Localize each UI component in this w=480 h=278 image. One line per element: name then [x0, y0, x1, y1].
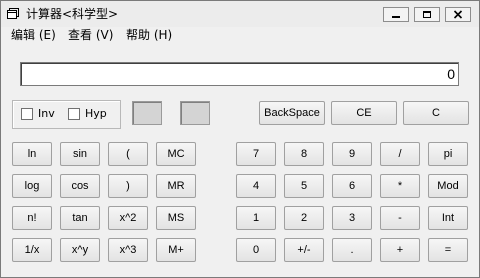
negate-button[interactable]: +/-: [284, 238, 324, 262]
digit-6-button[interactable]: 6: [332, 174, 372, 198]
digit-2-button[interactable]: 2: [284, 206, 324, 230]
memory-recall-button[interactable]: MR: [156, 174, 196, 198]
memory-store-button[interactable]: MS: [156, 206, 196, 230]
cos-button[interactable]: cos: [60, 174, 100, 198]
hyp-checkbox[interactable]: [68, 108, 80, 120]
divide-button[interactable]: /: [380, 142, 420, 166]
factorial-button[interactable]: n!: [12, 206, 52, 230]
memory-indicator: [132, 101, 162, 125]
display-value: 0: [447, 66, 455, 82]
power-button[interactable]: x^y: [60, 238, 100, 262]
minimize-icon: [392, 16, 400, 18]
paren-indicator: [180, 101, 210, 125]
minimize-button[interactable]: [383, 7, 409, 22]
result-display: 0: [20, 62, 459, 86]
maximize-icon: [423, 11, 431, 18]
decimal-button[interactable]: .: [332, 238, 372, 262]
close-paren-button[interactable]: ): [108, 174, 148, 198]
digit-1-button[interactable]: 1: [236, 206, 276, 230]
maximize-button[interactable]: [414, 7, 440, 22]
digit-0-button[interactable]: 0: [236, 238, 276, 262]
mod-button[interactable]: Mod: [428, 174, 468, 198]
digit-4-button[interactable]: 4: [236, 174, 276, 198]
int-button[interactable]: Int: [428, 206, 468, 230]
digit-5-button[interactable]: 5: [284, 174, 324, 198]
calculator-window: 计算器<科学型> 编辑 (E) 查看 (V) 帮助 (H) 0 Inv Hyp: [0, 0, 480, 278]
equals-button[interactable]: =: [428, 238, 468, 262]
open-paren-button[interactable]: (: [108, 142, 148, 166]
cube-button[interactable]: x^3: [108, 238, 148, 262]
inv-checkbox[interactable]: [21, 108, 33, 120]
title-bar[interactable]: 计算器<科学型>: [1, 1, 479, 27]
multiply-button[interactable]: *: [380, 174, 420, 198]
menu-help[interactable]: 帮助 (H): [126, 27, 172, 44]
ln-button[interactable]: ln: [12, 142, 52, 166]
menu-view[interactable]: 查看 (V): [68, 27, 113, 44]
tan-button[interactable]: tan: [60, 206, 100, 230]
add-button[interactable]: +: [380, 238, 420, 262]
menu-edit[interactable]: 编辑 (E): [11, 27, 56, 44]
close-button[interactable]: [445, 7, 471, 22]
menu-bar: 编辑 (E) 查看 (V) 帮助 (H): [1, 27, 479, 44]
subtract-button[interactable]: -: [380, 206, 420, 230]
reciprocal-button[interactable]: 1/x: [12, 238, 52, 262]
close-icon: [453, 10, 463, 19]
log-button[interactable]: log: [12, 174, 52, 198]
clear-entry-button[interactable]: CE: [331, 101, 397, 125]
clear-button[interactable]: C: [403, 101, 469, 125]
memory-add-button[interactable]: M+: [156, 238, 196, 262]
digit-8-button[interactable]: 8: [284, 142, 324, 166]
inv-label[interactable]: Inv: [38, 107, 55, 121]
square-button[interactable]: x^2: [108, 206, 148, 230]
digit-3-button[interactable]: 3: [332, 206, 372, 230]
hyp-label[interactable]: Hyp: [85, 107, 107, 121]
pi-button[interactable]: pi: [428, 142, 468, 166]
backspace-button[interactable]: BackSpace: [259, 101, 325, 125]
digit-9-button[interactable]: 9: [332, 142, 372, 166]
digit-7-button[interactable]: 7: [236, 142, 276, 166]
window-title: 计算器<科学型>: [26, 7, 119, 21]
memory-clear-button[interactable]: MC: [156, 142, 196, 166]
sin-button[interactable]: sin: [60, 142, 100, 166]
calculator-app-icon: [7, 8, 19, 19]
